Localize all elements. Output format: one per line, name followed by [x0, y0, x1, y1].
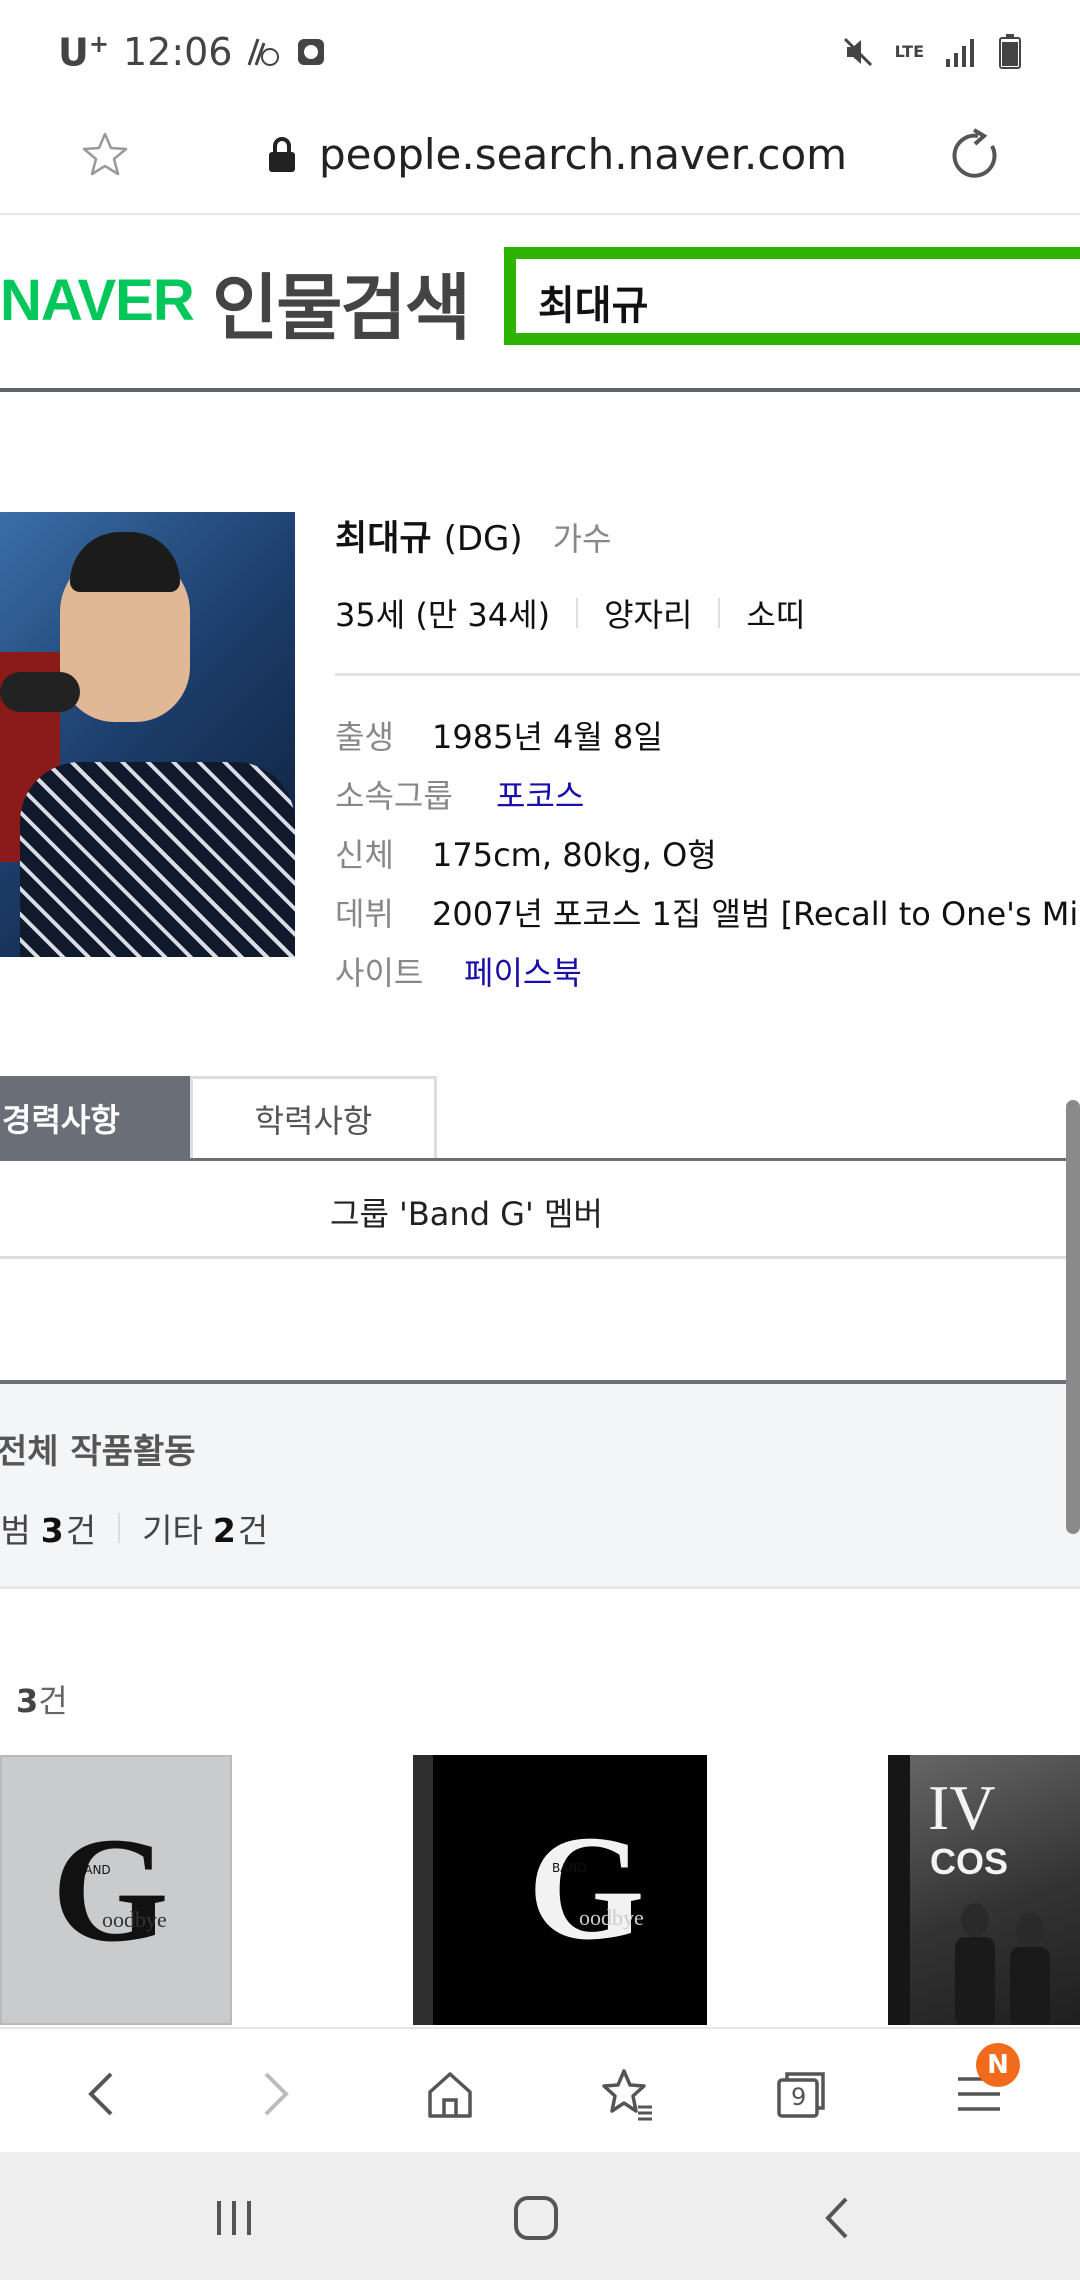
search-query-text: 최대규: [538, 283, 649, 329]
chevron-right-icon: [264, 2072, 289, 2116]
home-nav-button[interactable]: [506, 2188, 566, 2248]
naver-header: NAVER 인물검색 최대규: [0, 217, 1080, 392]
album-cover[interactable]: G BAND oodbye: [413, 1755, 707, 2025]
album-logo-text: IV: [928, 1772, 996, 1843]
profile-name-line: 최대규 (DG) 가수: [335, 510, 612, 561]
works-title: 전체 작품활동: [0, 1432, 196, 1472]
album-subtitle: oodbye: [102, 1907, 167, 1932]
info-label: 사이트: [335, 954, 424, 992]
new-badge: N: [976, 2043, 1020, 2087]
divider: [118, 1513, 121, 1543]
back-button[interactable]: [66, 2059, 136, 2129]
system-navigation-bar: [0, 2152, 1080, 2280]
naver-logo[interactable]: NAVER: [0, 267, 195, 334]
band-members-photo: [955, 1903, 1050, 2025]
album-logo-small: BAND: [76, 1863, 111, 1877]
album-logo-small: BAND: [552, 1861, 587, 1875]
tabs-button[interactable]: 9: [766, 2059, 836, 2129]
info-row-birth: 출생 1985년 4월 8일: [335, 712, 663, 758]
info-value: 175cm, 80kg, O형: [432, 836, 717, 874]
bookmarks-star-icon: [602, 2069, 652, 2121]
album-cover[interactable]: IV COS: [888, 1755, 1080, 2025]
reload-icon[interactable]: [948, 128, 1004, 184]
status-right: LTE: [841, 34, 1022, 70]
signal-icon: [946, 39, 974, 67]
info-row-body: 신체 175cm, 80kg, O형: [335, 830, 717, 876]
back-nav-button[interactable]: [808, 2188, 868, 2248]
album-subtitle: COS: [930, 1841, 1009, 1882]
album-subtitle: oodbye: [579, 1905, 644, 1930]
tabs-count: 9: [791, 2083, 807, 2111]
bookmarks-button[interactable]: [592, 2059, 662, 2129]
lock-icon: [269, 136, 295, 172]
carrier-label: U+: [58, 30, 109, 75]
profile-meta-line: 35세 (만 34세) 양자리 소띠: [335, 590, 805, 636]
person-alias: (DG): [443, 519, 523, 559]
info-label: 소속그룹: [335, 777, 453, 815]
person-chinese-zodiac: 소띠: [746, 596, 806, 634]
photo-hair: [70, 532, 180, 592]
recent-apps-button[interactable]: [204, 2188, 264, 2248]
chevron-left-icon: [88, 2072, 113, 2116]
tab-education[interactable]: 학력사항: [190, 1076, 437, 1159]
forward-button[interactable]: [241, 2059, 311, 2129]
career-tabs: 경력사항 학력사항: [0, 1076, 1080, 1161]
info-value: 2007년 포코스 1집 앨범 [Recall to One's Mi: [432, 895, 1079, 933]
home-nav-icon: [514, 2196, 558, 2240]
album-cover[interactable]: G BAND oodbye: [0, 1755, 232, 2025]
person-name: 최대규: [335, 519, 432, 559]
person-zodiac: 양자리: [604, 596, 693, 634]
info-label: 출생: [335, 718, 394, 756]
scrollbar-thumb[interactable]: [1066, 1100, 1080, 1534]
photo-shirt: [20, 762, 295, 957]
album-logo-text: G: [52, 1807, 169, 1973]
status-left: U+ 12:06: [58, 30, 328, 75]
info-label: 데뷔: [335, 895, 394, 933]
person-age: 35세 (만 34세): [335, 596, 551, 634]
career-text: 그룹 'Band G' 멤버: [330, 1195, 603, 1233]
data-saver-icon: [248, 38, 280, 67]
lte-indicator: LTE: [894, 42, 924, 61]
back-nav-icon: [825, 2197, 848, 2239]
album-section-count: 3건: [16, 1682, 68, 1720]
info-row-debut: 데뷔 2007년 포코스 1집 앨범 [Recall to One's Mi: [335, 889, 1078, 935]
info-row-group: 소속그룹 포코스: [335, 771, 584, 817]
status-bar: U+ 12:06 LTE: [0, 0, 1080, 110]
divider: [718, 598, 721, 628]
search-input[interactable]: 최대규: [504, 247, 1080, 345]
notification-icon: [298, 39, 325, 66]
facebook-link[interactable]: 페이스북: [464, 948, 582, 994]
bookmark-star-icon[interactable]: [80, 130, 130, 180]
album-logo-text: G: [528, 1805, 645, 1971]
works-counts: 앨범3건 기타2건: [0, 1504, 268, 1552]
home-icon: [428, 2072, 472, 2118]
tab-career[interactable]: 경력사항: [0, 1076, 190, 1159]
divider: [576, 598, 579, 628]
etc-count-link[interactable]: 기타 2건: [142, 1504, 268, 1552]
mute-icon: [843, 37, 872, 67]
career-list-item: 그룹 'Band G' 멤버: [0, 1161, 1080, 1259]
info-row-site: 사이트 페이스북: [335, 948, 582, 994]
profile-divider: [335, 673, 1080, 676]
service-title[interactable]: 인물검색: [212, 249, 471, 354]
works-summary: 전체 작품활동 앨범3건 기타2건: [0, 1384, 1080, 1589]
group-link[interactable]: 포코스: [496, 771, 584, 817]
microphone: [0, 672, 80, 712]
info-label: 신체: [335, 836, 394, 874]
profile-photo[interactable]: [0, 512, 295, 957]
browser-url-bar: people.search.naver.com: [0, 110, 1080, 215]
home-button[interactable]: [415, 2059, 485, 2129]
url-text: people.search.naver.com: [319, 130, 848, 179]
recent-apps-icon: [217, 2201, 251, 2235]
info-value: 1985년 4월 8일: [432, 718, 663, 756]
browser-toolbar: 9 N: [0, 2027, 1080, 2152]
person-job: 가수: [552, 520, 612, 558]
address-field[interactable]: people.search.naver.com: [265, 130, 847, 179]
album-count-link[interactable]: 앨범3건: [0, 1504, 96, 1552]
status-time: 12:06: [122, 30, 233, 75]
battery-icon: [999, 34, 1021, 69]
